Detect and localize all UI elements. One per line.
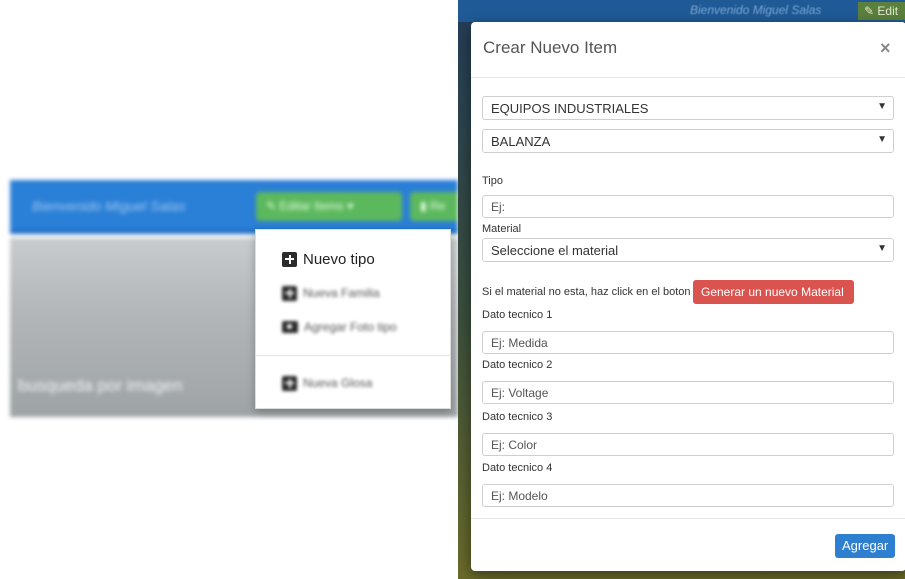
edit-items-dropdown-menu: Nuevo tipo Nueva Familia Agregar Foto ti… [255,229,451,409]
chevron-down-icon: ▼ [877,243,887,254]
menu-item-label: Nueva Glosa [303,376,373,390]
material-hint-text: Si el material no esta, haz click en el … [482,286,691,298]
dato-tecnico-2-label: Dato tecnico 2 [482,359,553,371]
backdrop-welcome-text: Bienvenido Miguel Salas [690,3,822,17]
tipo-input[interactable]: Ej: [482,195,894,218]
pencil-icon: ✎ [864,4,878,18]
tipo-placeholder: Ej: [491,200,506,214]
add-button[interactable]: Agregar [835,534,895,558]
chevron-down-icon: ▼ [877,101,887,112]
plus-square-icon [282,285,297,301]
dato-tecnico-3-input[interactable]: Ej: Color [482,433,894,456]
tipo-label: Tipo [482,175,503,187]
generate-material-button[interactable]: Generar un nuevo Material [693,280,854,304]
dato-tecnico-2-input[interactable]: Ej: Voltage [482,381,894,404]
menu-item-nuevo-tipo[interactable]: Nuevo tipo [282,247,375,271]
dato-tecnico-3-placeholder: Ej: Color [491,438,538,452]
dato-tecnico-1-input[interactable]: Ej: Medida [482,331,894,354]
dato-tecnico-1-placeholder: Ej: Medida [491,336,548,350]
category-select-value: EQUIPOS INDUSTRIALES [491,101,649,116]
material-select-value: Seleccione el material [491,243,619,258]
dato-tecnico-3-label: Dato tecnico 3 [482,411,553,423]
close-icon[interactable]: × [880,38,891,59]
material-select[interactable]: Seleccione el material ▼ [482,238,894,262]
subcategory-select[interactable]: BALANZA ▼ [482,129,894,153]
image-search-text: busqueda por imagen [18,376,183,395]
category-select[interactable]: EQUIPOS INDUSTRIALES ▼ [482,96,894,120]
camera-icon [282,321,298,333]
modal-footer-divider [471,518,905,519]
dato-tecnico-2-placeholder: Ej: Voltage [491,386,549,400]
dato-tecnico-4-placeholder: Ej: Modelo [491,489,548,503]
background-welcome-text: Bienvenido Miguel Salas [32,198,186,214]
backdrop-navbar: Bienvenido Miguel Salas ✎ Edit [458,0,905,22]
backdrop-edit-button: ✎ Edit [858,2,905,20]
menu-item-nueva-familia[interactable]: Nueva Familia [282,281,380,305]
background-next-label: Re [429,199,446,213]
menu-item-label: Agregar Foto tipo [304,320,397,334]
modal-title: Crear Nuevo Item [483,38,618,57]
dato-tecnico-4-input[interactable]: Ej: Modelo [482,484,894,507]
menu-item-agregar-foto-tipo[interactable]: Agregar Foto tipo [282,315,397,339]
material-label: Material [482,223,522,235]
background-next-button[interactable]: ▮ Re [410,192,458,221]
plus-square-icon [282,251,297,267]
chevron-down-icon: ▾ [347,199,354,213]
dato-tecnico-4-label: Dato tecnico 4 [482,462,553,474]
create-item-modal: Crear Nuevo Item × EQUIPOS INDUSTRIALES … [471,22,905,571]
pencil-icon: ✎ [266,199,280,213]
file-icon: ▮ [420,199,430,213]
edit-items-label: Editar Items [279,199,344,213]
edit-items-button[interactable]: ✎ Editar Items ▾ [256,192,402,221]
screen: Bienvenido Miguel Salas ✎ Editar Items ▾ … [0,0,905,579]
dato-tecnico-1-label: Dato tecnico 1 [482,309,553,321]
plus-square-icon [282,375,297,391]
menu-divider [256,355,450,356]
modal-header: Crear Nuevo Item × [471,22,905,78]
background-navbar: Bienvenido Miguel Salas ✎ Editar Items ▾ … [10,180,458,234]
subcategory-select-value: BALANZA [491,134,551,149]
chevron-down-icon: ▼ [877,134,887,145]
menu-item-label: Nuevo tipo [303,250,375,268]
backdrop-edit-label: Edit [877,4,899,18]
menu-item-label: Nueva Familia [303,286,380,300]
menu-item-nueva-glosa[interactable]: Nueva Glosa [282,371,372,395]
